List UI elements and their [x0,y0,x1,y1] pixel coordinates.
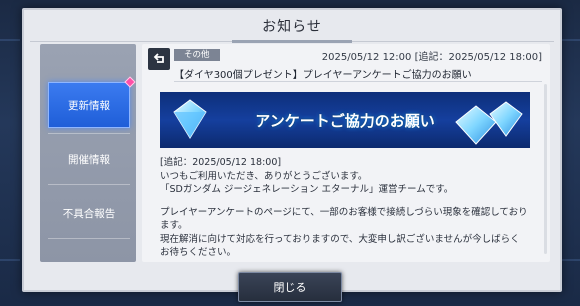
notice-dialog: お知らせ 更新情報 開催情報 不具合報告 その他 2025/05/12 12:0… [22,8,562,292]
dialog-title: お知らせ [262,19,322,35]
body-line: プレイヤーアンケートのページにて、一部のお客様で接続しづらい現象を確認しており [160,206,528,218]
content-scrollbar[interactable] [544,84,547,254]
sidebar-item-event-info[interactable]: 開催情報 [48,136,130,182]
return-arrow-icon [153,53,164,63]
notice-headline: 【ダイヤ300個プレゼント】プレイヤーアンケートご協力のお願い [174,70,472,81]
survey-banner: アンケートご協力のお願い [160,92,530,148]
sidebar-divider [48,184,130,185]
notice-content: その他 2025/05/12 12:00 [追記：2025/05/12 18:0… [142,44,550,262]
body-line: お待ちください。 [160,247,237,258]
body-line: いつもご利用いただき、ありがとうございます。 [160,170,368,182]
notice-body: [追記：2025/05/12 18:00] いつもご利用いただき、ありがとうござ… [160,156,540,260]
body-line: 現在解消に向けて対応を行っておりますので、大変申し訳ございませんが今しばらく [160,233,520,245]
body-line: ます。 [160,220,188,231]
body-line: 「SDガンダム ジージェネレーション エターナル」運営チームです。 [160,184,454,195]
sidebar-divider [48,133,130,134]
sidebar-item-bug-report[interactable]: 不具合報告 [48,190,130,236]
sidebar-divider [48,238,130,239]
category-sidebar: 更新情報 開催情報 不具合報告 [40,44,136,262]
banner-title: アンケートご協力のお願い [255,111,435,130]
sidebar-item-update-info[interactable]: 更新情報 [48,82,130,128]
back-button[interactable] [148,48,170,70]
sidebar-item-label: 更新情報 [68,99,110,112]
sidebar-item-label: 不具合報告 [62,207,116,220]
close-button[interactable]: 閉じる [238,272,342,302]
sidebar-item-label: 開催情報 [68,153,110,166]
notice-date: 2025/05/12 12:00 [追記：2025/05/12 18:00] [321,52,542,63]
category-tag: その他 [174,49,220,61]
title-accent-bar [232,40,352,43]
close-button-label: 閉じる [273,281,307,294]
body-line: [追記：2025/05/12 18:00] [160,157,282,168]
headline-divider [174,81,542,82]
